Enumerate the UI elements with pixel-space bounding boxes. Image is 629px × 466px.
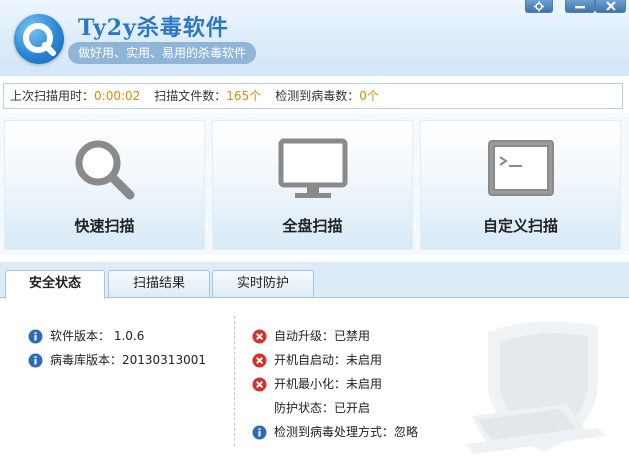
tab-realtime-protection[interactable]: 实时防护 xyxy=(212,270,314,298)
gear-icon xyxy=(533,1,545,12)
virus-action-text: 检测到病毒处理方式：忽略 xyxy=(274,425,419,439)
software-version-row: 软件版本： 1.0.6 xyxy=(28,327,144,345)
app-title: Ty2y杀毒软件 xyxy=(78,15,229,41)
close-icon xyxy=(605,1,616,11)
shield-laptop-watermark-icon xyxy=(466,321,606,454)
tab-bar: 安全状态 扫描结果 实时防护 xyxy=(0,262,629,299)
error-icon xyxy=(252,377,267,392)
custom-scan-label: 自定义扫描 xyxy=(482,217,558,235)
header: Ty2y杀毒软件 做好用、实用、易用的杀毒软件 xyxy=(0,0,629,76)
minimize-icon xyxy=(575,6,585,9)
terminal-icon xyxy=(487,140,554,196)
virus-value: 0个 xyxy=(359,89,379,103)
virus-action-row: 检测到病毒处理方式：忽略 xyxy=(252,423,418,441)
full-scan-button[interactable]: 全盘扫描 xyxy=(212,120,413,250)
security-status-panel: 软件版本： 1.0.6 病毒库版本：20130313001 自动升级：已禁用 开… xyxy=(0,298,629,466)
close-button[interactable] xyxy=(595,0,626,13)
start-minimized-text: 开机最小化：未启用 xyxy=(274,377,383,391)
info-icon xyxy=(28,329,43,344)
protection-status-text: 防护状态：已开启 xyxy=(274,401,371,415)
info-icon xyxy=(28,353,43,368)
app-logo-icon xyxy=(14,14,64,64)
virus-label: 检测到病毒数： xyxy=(275,89,360,103)
custom-scan-button[interactable]: 自定义扫描 xyxy=(420,120,621,250)
files-label: 扫描文件数： xyxy=(154,89,227,103)
content-divider xyxy=(234,316,235,446)
quick-scan-label: 快速扫描 xyxy=(74,217,135,235)
protection-status-row: 防护状态：已开启 xyxy=(252,399,370,417)
tab-scan-results[interactable]: 扫描结果 xyxy=(108,270,210,298)
auto-update-row: 自动升级：已禁用 xyxy=(252,327,370,345)
monitor-icon xyxy=(278,138,347,198)
error-icon xyxy=(252,329,267,344)
error-icon xyxy=(252,353,267,368)
auto-update-text: 自动升级：已禁用 xyxy=(274,329,371,343)
full-scan-label: 全盘扫描 xyxy=(282,217,343,235)
files-value: 165个 xyxy=(226,89,262,103)
software-version-text: 软件版本： 1.0.6 xyxy=(50,329,145,343)
tab-security-status[interactable]: 安全状态 xyxy=(5,270,105,299)
quick-scan-button[interactable]: 快速扫描 xyxy=(4,120,205,250)
minimize-button[interactable] xyxy=(565,0,595,13)
magnifier-icon xyxy=(75,140,134,200)
auto-start-row: 开机自启动：未启用 xyxy=(252,351,382,369)
virus-db-version-row: 病毒库版本：20130313001 xyxy=(28,351,206,369)
info-icon xyxy=(252,425,267,440)
virus-db-version-text: 病毒库版本：20130313001 xyxy=(50,353,206,367)
settings-button[interactable] xyxy=(525,0,553,13)
last-scan-label: 上次扫描用时： xyxy=(10,89,95,103)
start-minimized-row: 开机最小化：未启用 xyxy=(252,375,382,393)
auto-start-text: 开机自启动：未启用 xyxy=(274,353,383,367)
scan-stats-bar: 上次扫描用时：0:00:02 扫描文件数：165个 检测到病毒数：0个 xyxy=(3,83,623,109)
last-scan-value: 0:00:02 xyxy=(94,89,141,103)
blank-icon xyxy=(252,401,267,416)
scan-buttons-area: 快速扫描 全盘扫描 自定义扫描 xyxy=(0,113,629,255)
app-slogan: 做好用、实用、易用的杀毒软件 xyxy=(68,42,257,64)
